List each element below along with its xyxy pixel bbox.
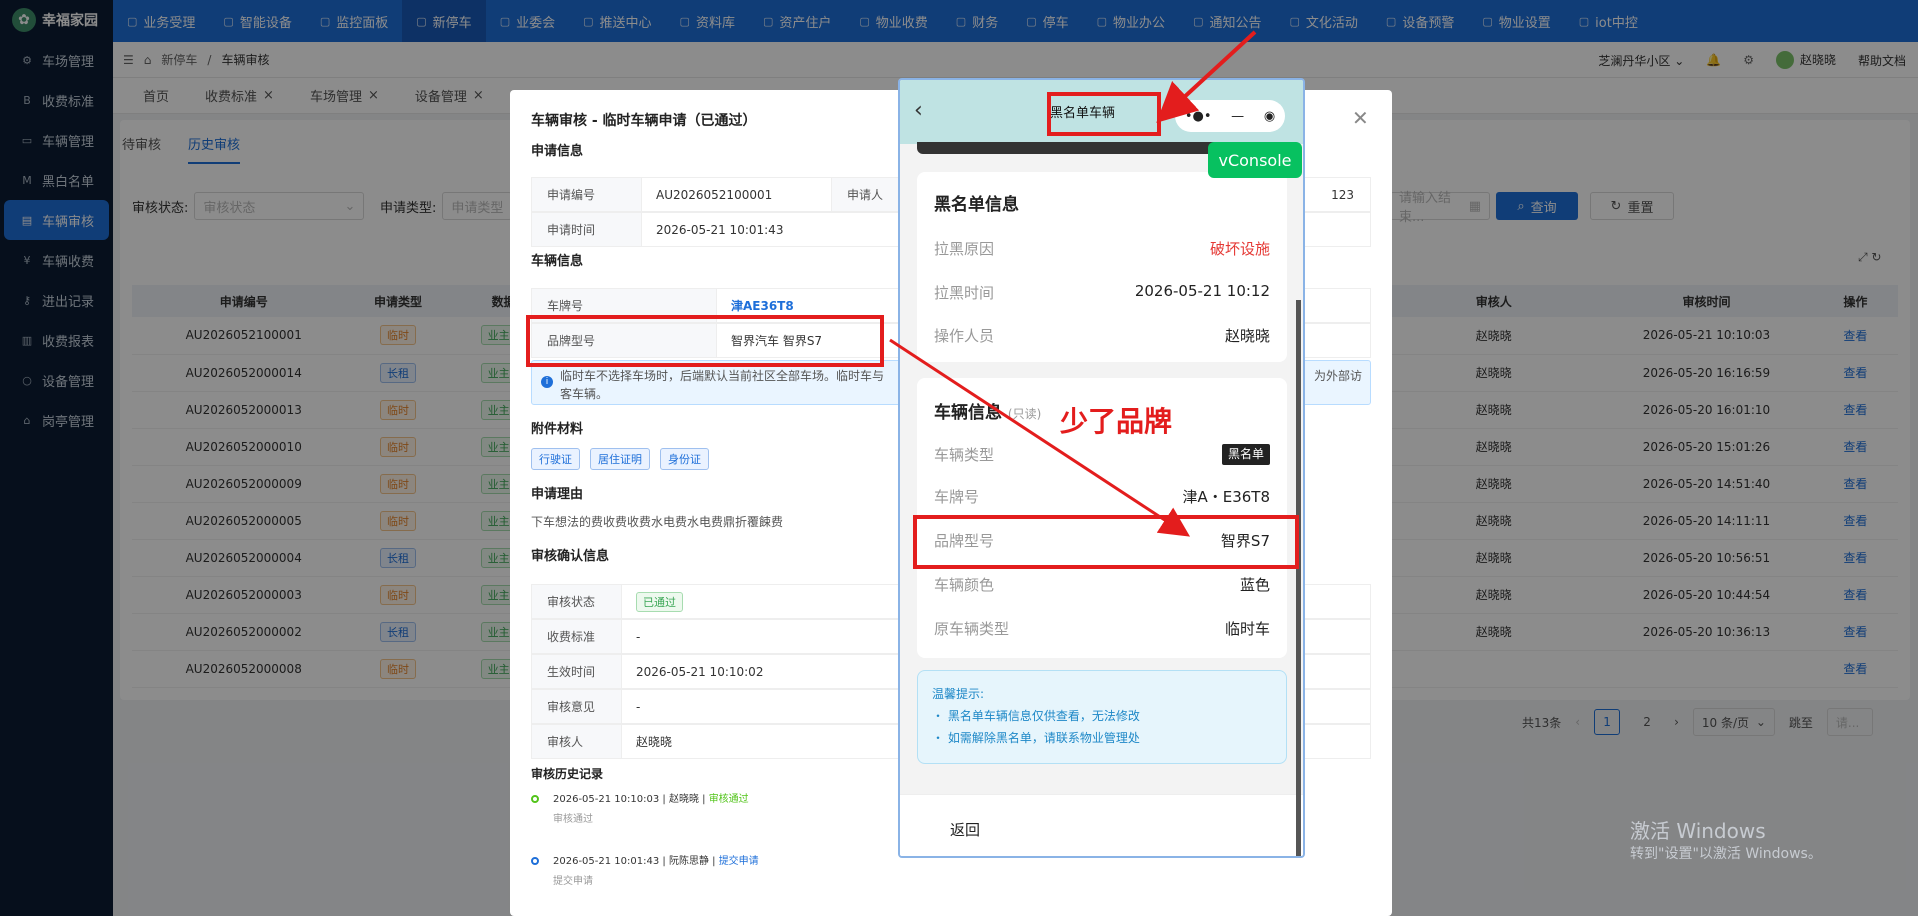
windows-watermark: 激活 Windows xyxy=(1630,819,1766,843)
annotation-arrows xyxy=(889,30,1257,537)
arrow-to-title xyxy=(1156,30,1257,123)
windows-watermark-sub: 转到"设置"以激活 Windows。 xyxy=(1630,846,1822,862)
arrow-to-brand xyxy=(889,338,1191,537)
